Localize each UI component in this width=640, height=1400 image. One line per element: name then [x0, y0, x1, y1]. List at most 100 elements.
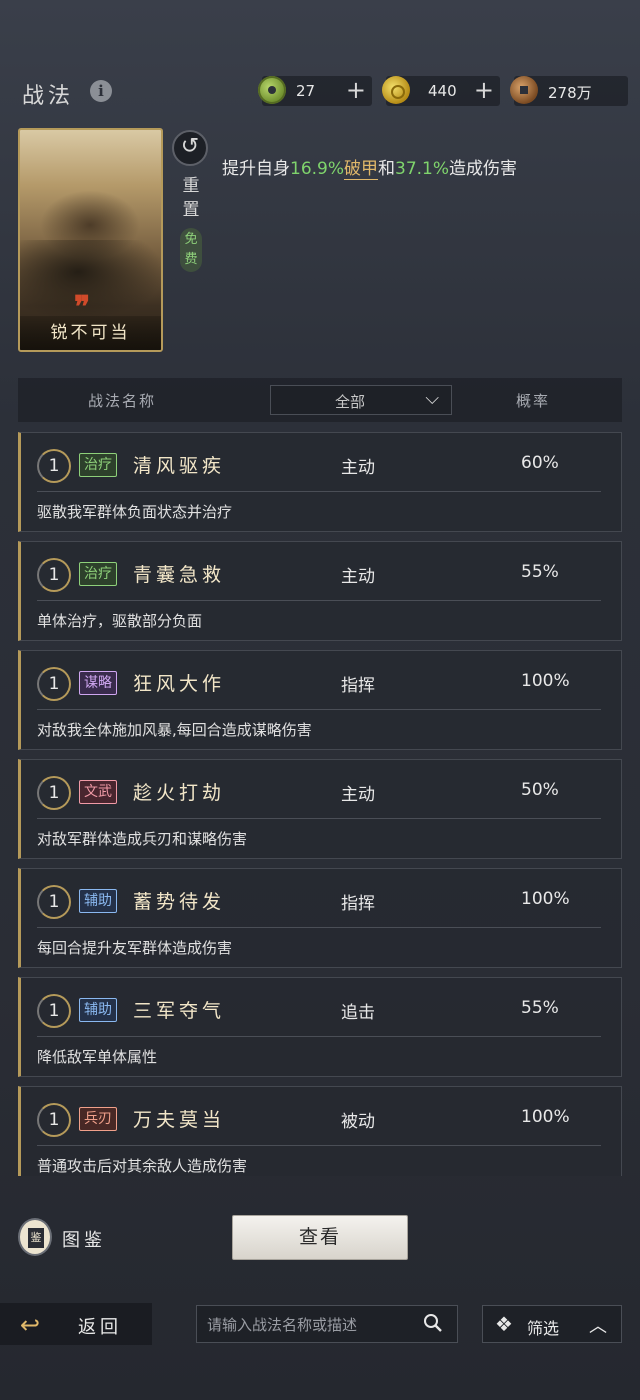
skill-row[interactable]: 1 辅助 蓄势待发 指挥 100% 每回合提升友军群体造成伤害: [18, 868, 622, 968]
codex-icon: 鉴: [18, 1218, 52, 1256]
skill-list[interactable]: 1 治疗 清风驱疾 主动 60% 驱散我军群体负面状态并治疗 1 治疗 青囊急救…: [18, 432, 622, 1176]
skill-name: 三军夺气: [133, 1000, 226, 1022]
skill-rate: 100%: [521, 889, 570, 909]
skill-row[interactable]: 1 辅助 三军夺气 追击 55% 降低敌军单体属性: [18, 977, 622, 1077]
resource-gold: 440 +: [382, 76, 500, 106]
back-label: 返回: [78, 1317, 122, 1338]
skill-category-tag: 文武: [79, 780, 117, 804]
selected-skill-card[interactable]: ❞ 锐不可当: [18, 128, 163, 352]
skill-description: 每回合提升友军群体造成伤害: [37, 939, 233, 957]
skill-name: 蓄势待发: [133, 891, 226, 913]
skill-row[interactable]: 1 治疗 清风驱疾 主动 60% 驱散我军群体负面状态并治疗: [18, 432, 622, 532]
add-jade-button[interactable]: +: [346, 77, 366, 103]
skill-name: 狂风大作: [133, 673, 226, 695]
type-filter-label: 全部: [335, 393, 366, 411]
row-divider: [37, 1145, 601, 1146]
row-divider: [37, 818, 601, 819]
skill-level-badge: 1: [37, 449, 71, 483]
skill-description: 普通攻击后对其余敌人造成伤害: [37, 1157, 248, 1175]
resource-jade-value: 27: [296, 82, 316, 100]
column-rate: 概率: [516, 392, 551, 410]
resource-jade: 27 +: [258, 76, 372, 106]
skill-row[interactable]: 1 治疗 青囊急救 主动 55% 单体治疗，驱散部分负面: [18, 541, 622, 641]
skill-rate: 60%: [521, 453, 559, 473]
row-divider: [37, 1036, 601, 1037]
skill-level-badge: 1: [37, 1103, 71, 1137]
skill-type: 指挥: [341, 894, 375, 914]
codex-label: 图鉴: [62, 1230, 106, 1251]
view-button[interactable]: 查看: [232, 1215, 408, 1260]
skill-type: 主动: [341, 785, 375, 805]
desc-conj: 和: [378, 159, 396, 179]
desc-prefix: 提升自身: [222, 159, 290, 179]
skill-level-badge: 1: [37, 558, 71, 592]
skill-level-badge: 1: [37, 776, 71, 810]
row-divider: [37, 927, 601, 928]
skill-category-tag: 治疗: [79, 453, 117, 477]
desc-value-2: 37.1%: [395, 159, 450, 179]
skill-level-badge: 1: [37, 885, 71, 919]
skill-type: 指挥: [341, 676, 375, 696]
reset-icon[interactable]: ↺: [172, 130, 208, 166]
search-box[interactable]: [196, 1305, 458, 1343]
skill-rate: 100%: [521, 1107, 570, 1127]
copper-coin-icon: [510, 76, 538, 104]
search-icon[interactable]: [423, 1313, 443, 1333]
filter-icon: ❖: [495, 1312, 513, 1336]
skill-description: 对敌我全体施加风暴,每回合造成谋略伤害: [37, 721, 312, 739]
skill-rate: 100%: [521, 671, 570, 691]
row-divider: [37, 600, 601, 601]
skill-category-tag: 谋略: [79, 671, 117, 695]
skill-type: 主动: [341, 567, 375, 587]
desc-stat-link[interactable]: 破甲: [344, 159, 379, 180]
selected-skill-description: 提升自身16.9%破甲和37.1%造成伤害: [222, 154, 518, 180]
skill-level-badge: 1: [37, 994, 71, 1028]
filter-button[interactable]: ❖ 筛选 ︿: [482, 1305, 622, 1343]
row-divider: [37, 491, 601, 492]
skill-description: 驱散我军群体负面状态并治疗: [37, 503, 233, 521]
resource-gold-value: 440: [428, 82, 457, 100]
skill-rate: 55%: [521, 998, 559, 1018]
type-filter-dropdown[interactable]: 全部 ⌵: [270, 385, 452, 415]
selected-skill-name: 锐不可当: [20, 316, 161, 350]
skill-rate: 50%: [521, 780, 559, 800]
gold-coin-icon: [382, 76, 410, 104]
top-bar: 战法 i 27 + 440 + 278万: [0, 68, 640, 116]
skill-name: 趁火打劫: [133, 782, 226, 804]
skill-category-tag: 兵刃: [79, 1107, 117, 1131]
skill-row[interactable]: 1 文武 趁火打劫 主动 50% 对敌军群体造成兵刃和谋略伤害: [18, 759, 622, 859]
skill-name: 万夫莫当: [133, 1109, 226, 1131]
back-button[interactable]: ↩ 返回: [0, 1303, 152, 1345]
skill-type: 主动: [341, 458, 375, 478]
codex-icon-glyph: 鉴: [28, 1228, 44, 1248]
chevron-up-icon: ︿: [589, 1316, 607, 1337]
skill-row[interactable]: 1 兵刃 万夫莫当 被动 100% 普通攻击后对其余敌人造成伤害: [18, 1086, 622, 1176]
skill-name: 清风驱疾: [133, 455, 226, 477]
skill-name: 青囊急救: [133, 564, 226, 586]
skill-table-header: 战法名称 全部 ⌵ 概率: [18, 378, 622, 422]
skill-row[interactable]: 1 谋略 狂风大作 指挥 100% 对敌我全体施加风暴,每回合造成谋略伤害: [18, 650, 622, 750]
reset-label[interactable]: 重置: [180, 174, 202, 222]
card-art-shadow: [20, 240, 161, 320]
skill-rate: 55%: [521, 562, 559, 582]
add-gold-button[interactable]: +: [474, 77, 494, 103]
skill-category-tag: 辅助: [79, 998, 117, 1022]
filter-label: 筛选: [527, 1319, 560, 1338]
desc-suffix: 造成伤害: [449, 159, 518, 179]
resource-copper: 278万: [510, 76, 628, 106]
column-skill-name: 战法名称: [88, 392, 157, 410]
chevron-down-icon: ⌵: [425, 388, 439, 409]
skill-category-tag: 辅助: [79, 889, 117, 913]
skill-description: 降低敌军单体属性: [37, 1048, 158, 1066]
skill-description: 单体治疗，驱散部分负面: [37, 612, 203, 630]
skill-description: 对敌军群体造成兵刃和谋略伤害: [37, 830, 248, 848]
info-icon[interactable]: i: [90, 80, 112, 102]
skill-level-badge: 1: [37, 667, 71, 701]
row-divider: [37, 709, 601, 710]
search-input[interactable]: [207, 1313, 407, 1337]
skill-type: 被动: [341, 1112, 375, 1132]
resource-copper-value: 278万: [548, 84, 592, 102]
free-badge: 免费: [180, 228, 202, 272]
back-arrow-icon: ↩: [20, 1311, 41, 1339]
desc-value-1: 16.9%: [290, 159, 345, 179]
